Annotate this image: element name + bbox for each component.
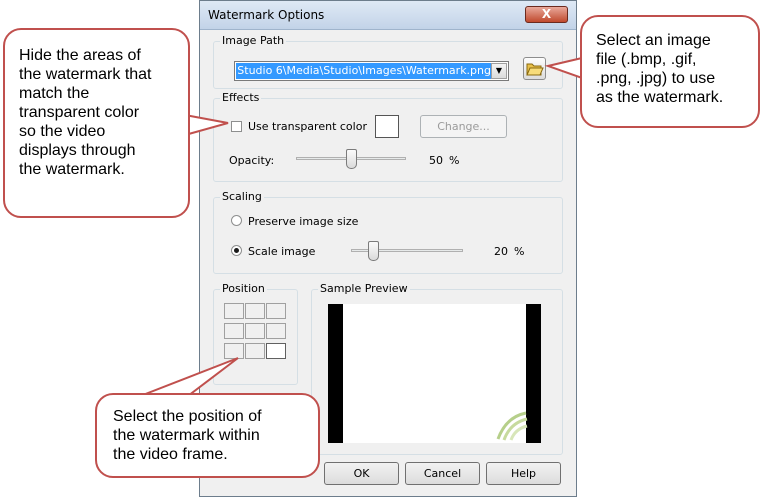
callout-line: .png, .jpg) to use — [596, 70, 716, 87]
transparent-color-callout: Hide the areas of the watermark that mat… — [3, 28, 190, 218]
callout-line: Select an image — [596, 32, 711, 49]
callout-line: the watermark. — [19, 161, 125, 178]
callout-line: displays through — [19, 142, 136, 159]
position-callout: Select the position of the watermark wit… — [95, 393, 320, 478]
image-file-callout: Select an image file (.bmp, .gif, .png, … — [580, 15, 760, 128]
callout-line: so the video — [19, 123, 106, 140]
callout-left-text: Hide the areas of the watermark that mat… — [19, 46, 152, 179]
callout-line: Hide the areas of — [19, 47, 141, 64]
callout-bottom-text: Select the position of the watermark wit… — [113, 407, 262, 464]
callout-line: transparent color — [19, 104, 140, 121]
callout-line: as the watermark. — [596, 89, 724, 106]
callout-line: file (.bmp, .gif, — [596, 51, 697, 68]
right-callout-pointer — [544, 56, 583, 80]
callout-line: Select the position of — [113, 408, 262, 425]
callout-line: match the — [19, 85, 90, 102]
callout-line: the video frame. — [113, 446, 228, 463]
callout-line: the watermark within — [113, 427, 260, 444]
left-callout-pointer — [184, 113, 229, 137]
callout-right-text: Select an image file (.bmp, .gif, .png, … — [596, 31, 723, 107]
callout-line: the watermark that — [19, 66, 152, 83]
